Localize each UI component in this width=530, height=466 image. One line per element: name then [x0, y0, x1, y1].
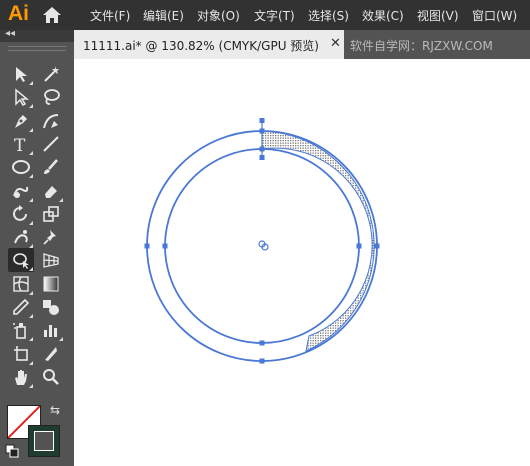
ellipse-icon[interactable] [8, 155, 34, 179]
magic-wand-icon[interactable] [38, 62, 64, 86]
default-colors-icon[interactable] [5, 444, 19, 458]
shaper-icon[interactable] [8, 179, 34, 203]
hand-icon[interactable] [8, 365, 34, 389]
eyedropper-icon[interactable] [8, 295, 34, 319]
rotate-icon[interactable] [8, 202, 34, 226]
tools-panel-header[interactable]: ◂◂ [0, 28, 74, 42]
collapse-icon[interactable]: ◂◂ [5, 28, 15, 39]
pin-icon[interactable] [38, 225, 64, 249]
line-segment-icon[interactable] [38, 132, 64, 156]
perspective-grid-icon[interactable] [38, 248, 64, 272]
ring-segment-shape[interactable] [261, 130, 375, 352]
selection-icon[interactable] [8, 62, 34, 86]
slice-icon[interactable] [38, 342, 64, 366]
svg-text:T: T [14, 136, 26, 154]
pen-icon[interactable] [8, 109, 34, 133]
paintbrush-icon[interactable] [38, 155, 64, 179]
scale-icon[interactable] [38, 202, 64, 226]
symbol-sprayer-icon[interactable] [8, 318, 34, 342]
panel-grip[interactable] [8, 46, 66, 51]
blend-icon[interactable] [38, 295, 64, 319]
swap-fill-stroke-icon[interactable]: ⇆ [50, 403, 60, 417]
curvature-icon[interactable] [38, 109, 64, 133]
lasso-icon[interactable] [38, 85, 64, 109]
shape-builder-icon[interactable] [8, 248, 34, 273]
artboard-icon[interactable] [8, 342, 34, 366]
mesh-icon[interactable] [8, 272, 34, 296]
column-graph-icon[interactable] [38, 318, 64, 342]
zoom-icon[interactable] [38, 365, 64, 389]
artboard-canvas[interactable] [0, 0, 530, 466]
puppet-warp-icon[interactable] [8, 225, 34, 249]
type-icon[interactable]: T [8, 132, 34, 156]
gradient-icon[interactable] [38, 272, 64, 296]
center-point-icon [258, 240, 269, 251]
stroke-swatch[interactable] [28, 425, 60, 457]
direct-selection-icon[interactable] [8, 85, 34, 109]
eraser-icon[interactable] [38, 179, 64, 203]
